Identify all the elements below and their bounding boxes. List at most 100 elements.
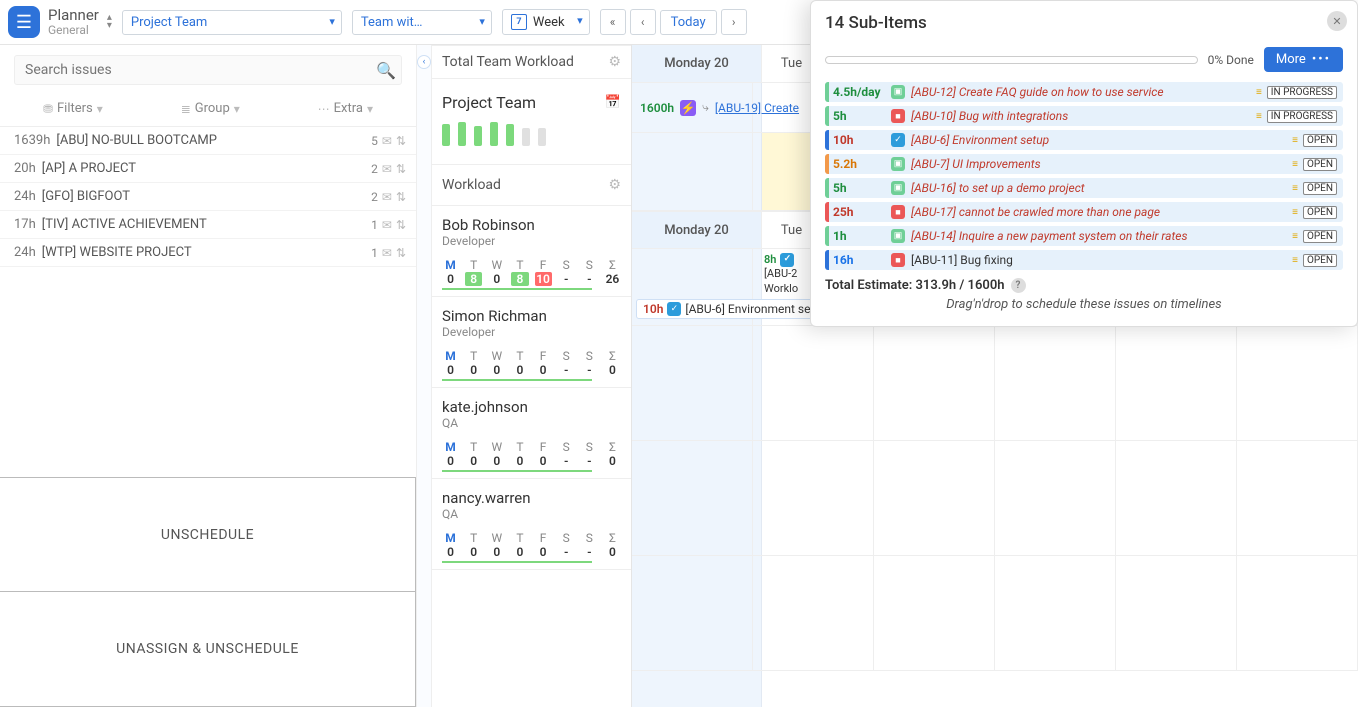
task-icon: ✓	[780, 253, 794, 267]
issue-row[interactable]: 20h[AP] A PROJECT 2✉⇅	[0, 155, 416, 183]
mail-icon: ✉	[382, 246, 392, 260]
app-subtitle: General	[48, 24, 99, 37]
sort-icon: ⇅	[396, 190, 406, 204]
issue-row[interactable]: 24h[WTP] WEBSITE PROJECT 1✉⇅	[0, 239, 416, 267]
status-badge: OPEN	[1303, 158, 1337, 171]
issue-type-icon: ■	[891, 109, 905, 123]
day-mon: Monday 20	[632, 45, 762, 82]
status-badge: IN PROGRESS	[1267, 86, 1337, 99]
period-dropdown[interactable]: 7 Week	[502, 9, 590, 35]
app-badge: ☰ Planner General ▴▾	[8, 6, 112, 38]
issue-row[interactable]: 1639h[ABU] NO-BULL BOOTCAMP 5✉⇅	[0, 127, 416, 155]
sort-icon: ⇅	[396, 162, 406, 176]
search-icon[interactable]: 🔍	[376, 61, 396, 80]
percent-done: 0% Done	[1208, 53, 1254, 67]
subitem-row[interactable]: 5h ■ [ABU-10] Bug with integrations ≡ IN…	[825, 106, 1343, 126]
subitem-row[interactable]: 4.5h/day ▣ [ABU-12] Create FAQ guide on …	[825, 82, 1343, 102]
calendar-icon: 7	[511, 14, 527, 30]
team-bars	[442, 120, 621, 146]
drag-icon[interactable]: ≡	[1292, 135, 1297, 146]
today-button[interactable]: Today	[660, 10, 717, 35]
funnel-icon: ⛃	[43, 102, 53, 116]
view-dropdown[interactable]: Team wit…	[352, 10, 492, 35]
app-switcher[interactable]: ▴▾	[107, 14, 112, 30]
issue-type-icon: ▣	[891, 85, 905, 99]
status-badge: OPEN	[1303, 182, 1337, 195]
nav-first[interactable]: «	[600, 9, 626, 35]
sort-icon: ⇅	[396, 218, 406, 232]
total-team-header: Total Team Workload ⚙	[432, 45, 631, 79]
subitem-row[interactable]: 25h ■ [ABU-17] cannot be crawled more th…	[825, 202, 1343, 222]
more-button[interactable]: More•••	[1264, 47, 1343, 72]
task-icon: ✓	[667, 302, 681, 316]
extra-button[interactable]: ⋯Extra▾	[318, 101, 373, 116]
issue-row[interactable]: 17h[TIV] ACTIVE ACHIEVEMENT 1✉⇅	[0, 211, 416, 239]
drag-icon[interactable]: ≡	[1292, 159, 1297, 170]
person-role: QA	[442, 507, 621, 521]
person-name: Bob Robinson	[442, 216, 621, 234]
issue-type-icon: ▣	[891, 181, 905, 195]
filter-bar: ⛃Filters▾ ≣Group▾ ⋯Extra▾	[0, 95, 416, 127]
mail-icon: ✉	[382, 134, 392, 148]
drag-icon[interactable]: ≡	[1256, 87, 1261, 98]
total-estimate: Total Estimate: 313.9h / 1600h ?	[825, 278, 1343, 293]
issue-type-icon: ✓	[891, 133, 905, 147]
person-block: Simon Richman Developer MTWTFSSΣ 00000--…	[432, 297, 631, 388]
nav-next[interactable]: ›	[721, 9, 747, 35]
unschedule-zone[interactable]: UNSCHEDULE	[0, 477, 416, 592]
planner-icon: ☰	[8, 6, 40, 38]
filters-button[interactable]: ⛃Filters▾	[43, 101, 103, 116]
popup-title: 14 Sub-Items	[825, 13, 1343, 33]
person-role: Developer	[442, 234, 621, 248]
sidebar: 🔍 ⛃Filters▾ ≣Group▾ ⋯Extra▾ 1639h[ABU] N…	[0, 45, 416, 707]
top-task[interactable]: [ABU-19] Create	[715, 101, 799, 115]
issue-type-icon: ▣	[891, 157, 905, 171]
date-nav: « ‹ Today ›	[600, 9, 747, 35]
person-name: kate.johnson	[442, 398, 621, 416]
subitem-row[interactable]: 5.2h ▣ [ABU-7] UI Improvements ≡ OPEN	[825, 154, 1343, 174]
subitems-popup: ✕ 14 Sub-Items 0% Done More••• 4.5h/day …	[810, 0, 1358, 327]
dots-icon: ⋯	[318, 102, 330, 116]
search-input[interactable]	[14, 55, 402, 85]
close-icon[interactable]: ✕	[1327, 11, 1347, 31]
person-name: Simon Richman	[442, 307, 621, 325]
collapse-sidebar[interactable]: ‹	[416, 45, 432, 707]
person-name: nancy.warren	[442, 489, 621, 507]
team-name: Project Team	[442, 93, 536, 112]
gear-icon[interactable]: ⚙	[608, 54, 621, 70]
more-dots-icon: •••	[1312, 52, 1331, 67]
epic-icon: ⚡	[680, 100, 696, 116]
person-role: QA	[442, 416, 621, 430]
issue-row[interactable]: 24h[GFO] BIGFOOT 2✉⇅	[0, 183, 416, 211]
cal-refresh-icon[interactable]: 📅	[605, 95, 621, 110]
search-wrap: 🔍	[0, 45, 416, 95]
sort-icon: ⇅	[396, 246, 406, 260]
drag-icon[interactable]: ≡	[1292, 255, 1297, 266]
nav-prev[interactable]: ‹	[630, 9, 656, 35]
subitem-row[interactable]: 10h ✓ [ABU-6] Environment setup ≡ OPEN	[825, 130, 1343, 150]
issue-list: 1639h[ABU] NO-BULL BOOTCAMP 5✉⇅ 20h[AP] …	[0, 127, 416, 267]
status-badge: OPEN	[1303, 134, 1337, 147]
subitem-row[interactable]: 16h ■ [ABU-11] Bug fixing ≡ OPEN	[825, 250, 1343, 270]
status-badge: OPEN	[1303, 230, 1337, 243]
help-icon[interactable]: ?	[1011, 278, 1026, 293]
mail-icon: ✉	[382, 162, 392, 176]
drag-icon[interactable]: ≡	[1292, 231, 1297, 242]
app-title: Planner	[48, 7, 99, 24]
drag-icon[interactable]: ≡	[1256, 111, 1261, 122]
drag-icon[interactable]: ≡	[1292, 183, 1297, 194]
gear-icon[interactable]: ⚙	[608, 177, 621, 193]
progress-bar	[825, 56, 1198, 64]
person-block: nancy.warren QA MTWTFSSΣ 00000--0	[432, 479, 631, 570]
person-role: Developer	[442, 325, 621, 339]
mid-column: Total Team Workload ⚙ Project Team 📅 Wor…	[432, 45, 632, 707]
person-block: Bob Robinson Developer MTWTFSSΣ 080810--…	[432, 206, 631, 297]
subitem-row[interactable]: 1h ▣ [ABU-14] Inquire a new payment syst…	[825, 226, 1343, 246]
team-dropdown[interactable]: Project Team	[122, 10, 342, 35]
workload-header: Workload ⚙	[432, 165, 631, 206]
status-badge: OPEN	[1303, 206, 1337, 219]
subitem-row[interactable]: 5h ▣ [ABU-16] to set up a demo project ≡…	[825, 178, 1343, 198]
group-button[interactable]: ≣Group▾	[181, 101, 240, 116]
drag-icon[interactable]: ≡	[1292, 207, 1297, 218]
unassign-zone[interactable]: UNASSIGN & UNSCHEDULE	[0, 592, 416, 707]
